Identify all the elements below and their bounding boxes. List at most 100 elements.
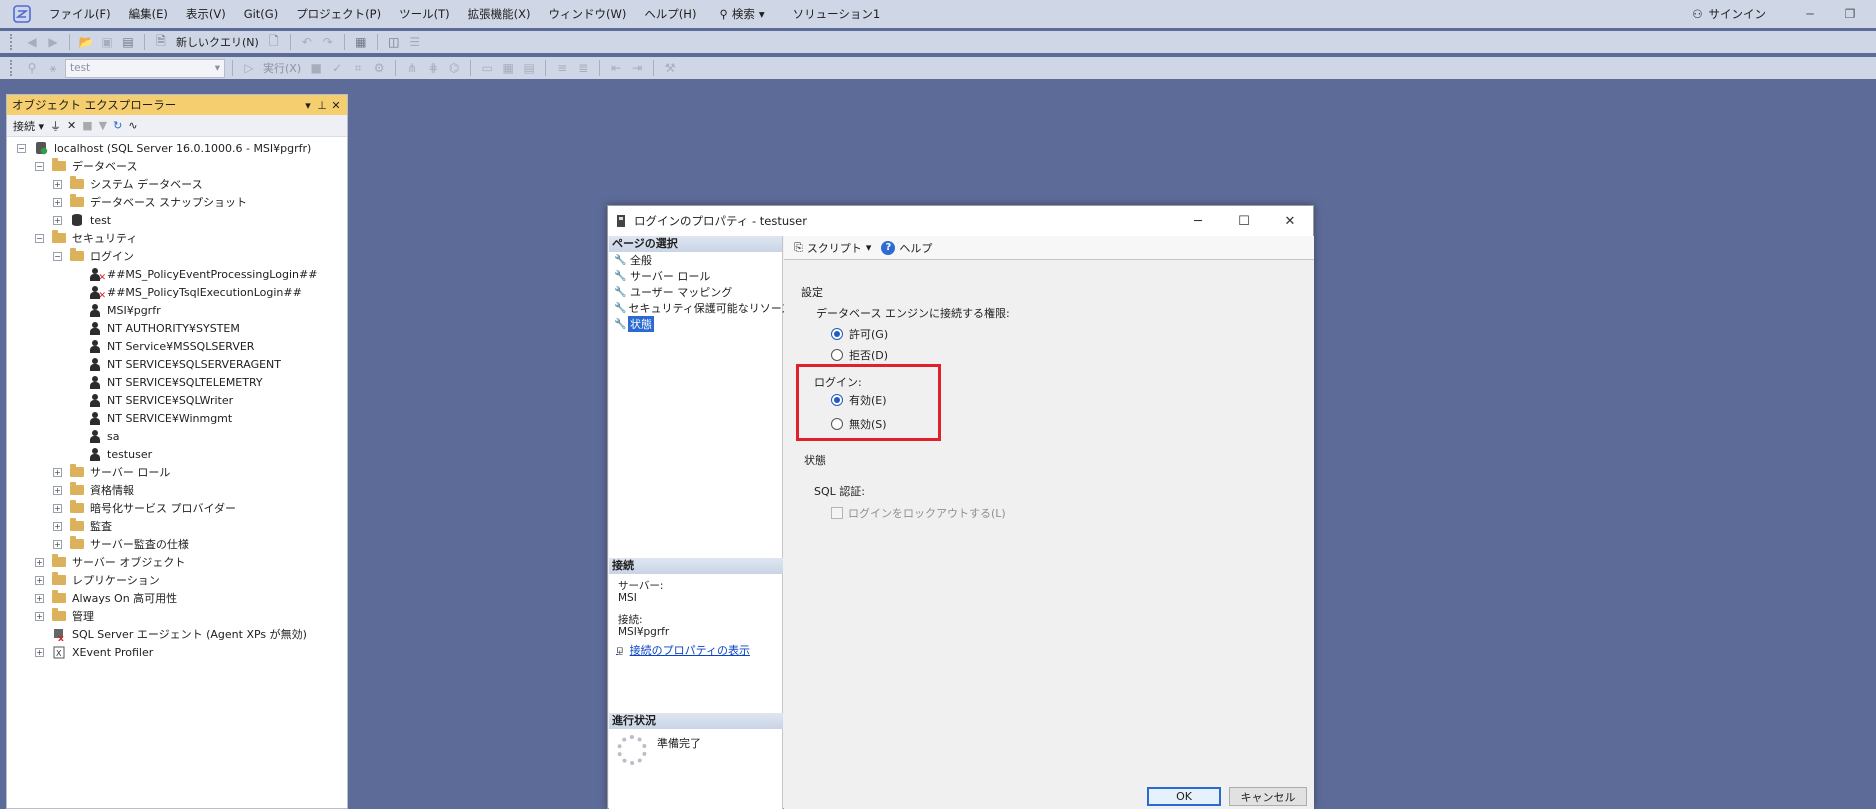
expand-icon[interactable]: + xyxy=(53,179,62,189)
menu-view[interactable]: 表示(V) xyxy=(177,0,235,28)
tree-node[interactable]: + サーバー ロール xyxy=(7,463,347,481)
forward-icon[interactable]: ▶ xyxy=(44,33,62,51)
grant-radio[interactable]: 許可(G) xyxy=(831,326,888,342)
tree-node[interactable]: + サーバー オブジェクト xyxy=(7,553,347,571)
collapse-icon[interactable]: − xyxy=(53,251,62,261)
signin-button[interactable]: ⚇ サインイン xyxy=(1692,0,1766,28)
view-connection-properties-link[interactable]: ⚼ 接続のプロパティの表示 xyxy=(609,638,783,658)
tree-node[interactable]: NT Service¥MSSQLSERVER xyxy=(7,337,347,355)
expand-icon[interactable]: + xyxy=(35,593,44,603)
tree-node[interactable]: sa xyxy=(7,427,347,445)
tree-node[interactable]: + 資格情報 xyxy=(7,481,347,499)
increase-indent-icon[interactable]: ⇥ xyxy=(628,59,646,77)
search-button[interactable]: ⚲ 検索 ▾ xyxy=(705,6,778,22)
tree-node[interactable]: + Always On 高可用性 xyxy=(7,589,347,607)
tree-node[interactable]: NT SERVICE¥Winmgmt xyxy=(7,409,347,427)
results-text-icon[interactable]: ▭ xyxy=(478,59,496,77)
decrease-indent-icon[interactable]: ⇤ xyxy=(607,59,625,77)
tree-node[interactable]: + test xyxy=(7,211,347,229)
tree-node[interactable]: testuser xyxy=(7,445,347,463)
cancel-button[interactable]: キャンセル xyxy=(1229,787,1307,806)
include-plan-icon[interactable]: ⋕ xyxy=(424,59,442,77)
database-select[interactable]: test ▾ xyxy=(65,58,225,78)
menu-edit[interactable]: 編集(E) xyxy=(120,0,177,28)
back-icon[interactable]: ◀ xyxy=(23,33,41,51)
menu-project[interactable]: プロジェクト(P) xyxy=(287,0,390,28)
dropdown-icon[interactable]: ▾ xyxy=(301,99,315,112)
open-folder-icon[interactable]: 📂 xyxy=(77,33,95,51)
menu-help[interactable]: ヘルプ(H) xyxy=(635,0,705,28)
properties-icon[interactable]: ☰ xyxy=(406,33,424,51)
menu-extensions[interactable]: 拡張機能(X) xyxy=(459,0,540,28)
menu-window[interactable]: ウィンドウ(W) xyxy=(539,0,635,28)
results-grid-icon[interactable]: ▦ xyxy=(499,59,517,77)
restore-button[interactable]: ❐ xyxy=(1830,0,1870,28)
page-general[interactable]: 🔧 全般 xyxy=(609,252,782,268)
expand-icon[interactable]: + xyxy=(53,197,62,207)
page-user-mapping[interactable]: 🔧 ユーザー マッピング xyxy=(609,284,782,300)
ok-button[interactable]: OK xyxy=(1147,787,1221,806)
menu-tools[interactable]: ツール(T) xyxy=(390,0,459,28)
comment-icon[interactable]: ≡ xyxy=(553,59,571,77)
expand-icon[interactable]: + xyxy=(53,539,62,549)
tree-node[interactable]: ✕ ##MS_PolicyEventProcessingLogin## xyxy=(7,265,347,283)
tree-node[interactable]: + 監査 xyxy=(7,517,347,535)
specify-values-icon[interactable]: ⚒ xyxy=(661,59,679,77)
tree-node[interactable]: NT SERVICE¥SQLWriter xyxy=(7,391,347,409)
tree-node[interactable]: + データベース スナップショット xyxy=(7,193,347,211)
tree-node[interactable]: − ログイン xyxy=(7,247,347,265)
live-stats-icon[interactable]: ⌬ xyxy=(445,59,463,77)
new-query-button[interactable]: 🗎 新しいクエリ(N) xyxy=(152,33,262,51)
query-file-icon[interactable]: 🗋 xyxy=(265,33,283,51)
connect-icon[interactable]: ⏚ xyxy=(50,118,61,134)
uncomment-icon[interactable]: ≣ xyxy=(574,59,592,77)
expand-icon[interactable]: + xyxy=(53,503,62,513)
activity-icon[interactable]: ∿ xyxy=(128,119,137,132)
expand-icon[interactable]: + xyxy=(35,611,44,621)
expand-icon[interactable]: + xyxy=(53,521,62,531)
estimated-plan-icon[interactable]: ⌗ xyxy=(349,59,367,77)
script-button[interactable]: スクリプト xyxy=(807,240,862,256)
minimize-button[interactable]: ─ xyxy=(1790,0,1830,28)
tree-node[interactable]: − localhost (SQL Server 16.0.1000.6 - MSI… xyxy=(7,139,347,157)
tree-node[interactable]: NT SERVICE¥SQLSERVERAGENT xyxy=(7,355,347,373)
deny-radio[interactable]: 拒否(D) xyxy=(831,347,888,363)
stop-icon[interactable]: ■ xyxy=(307,59,325,77)
close-button[interactable]: ✕ xyxy=(1267,214,1313,229)
parse-icon[interactable]: ✓ xyxy=(328,59,346,77)
expand-icon[interactable]: + xyxy=(53,215,62,225)
stop-icon[interactable]: ■ xyxy=(82,119,92,132)
expand-icon[interactable]: + xyxy=(53,485,62,495)
expand-icon[interactable]: + xyxy=(35,647,44,657)
save-icon[interactable]: ▣ xyxy=(98,33,116,51)
locked-out-checkbox[interactable]: ログインをロックアウトする(L) xyxy=(831,505,1006,521)
disconnect-icon[interactable]: ✕ xyxy=(67,119,76,132)
menu-file[interactable]: ファイル(F) xyxy=(40,0,120,28)
query-options-icon[interactable]: ⚙ xyxy=(370,59,388,77)
save-all-icon[interactable]: ▤ xyxy=(119,33,137,51)
tree-node[interactable]: NT AUTHORITY¥SYSTEM xyxy=(7,319,347,337)
expand-icon[interactable]: + xyxy=(35,575,44,585)
collapse-icon[interactable]: − xyxy=(35,233,44,243)
refresh-icon[interactable]: ↻ xyxy=(113,119,122,132)
minimize-button[interactable]: ─ xyxy=(1175,214,1221,229)
redo-icon[interactable]: ↷ xyxy=(319,33,337,51)
menu-git[interactable]: Git(G) xyxy=(235,0,288,28)
expand-icon[interactable]: + xyxy=(53,467,62,477)
page-server-roles[interactable]: 🔧 サーバー ロール xyxy=(609,268,782,284)
close-icon[interactable]: ✕ xyxy=(329,99,343,112)
toolbar-grip[interactable] xyxy=(10,60,14,76)
execute-button[interactable]: ▷ 実行(X) xyxy=(240,59,304,77)
undo-icon[interactable]: ↶ xyxy=(298,33,316,51)
connect-icon[interactable]: ⚲ xyxy=(23,59,41,77)
tree-node[interactable]: x SQL Server エージェント (Agent XPs が無効) xyxy=(7,625,347,643)
help-button[interactable]: ヘルプ xyxy=(899,240,932,256)
disconnect-icon[interactable]: ⚹ xyxy=(44,59,62,77)
page-status[interactable]: 🔧 状態 xyxy=(609,316,782,332)
maximize-button[interactable]: ☐ xyxy=(1221,214,1267,229)
expand-icon[interactable]: + xyxy=(35,557,44,567)
results-file-icon[interactable]: ▤ xyxy=(520,59,538,77)
tree-node[interactable]: − データベース xyxy=(7,157,347,175)
tree-node[interactable]: + サーバー監査の仕様 xyxy=(7,535,347,553)
tree-node[interactable]: − セキュリティ xyxy=(7,229,347,247)
